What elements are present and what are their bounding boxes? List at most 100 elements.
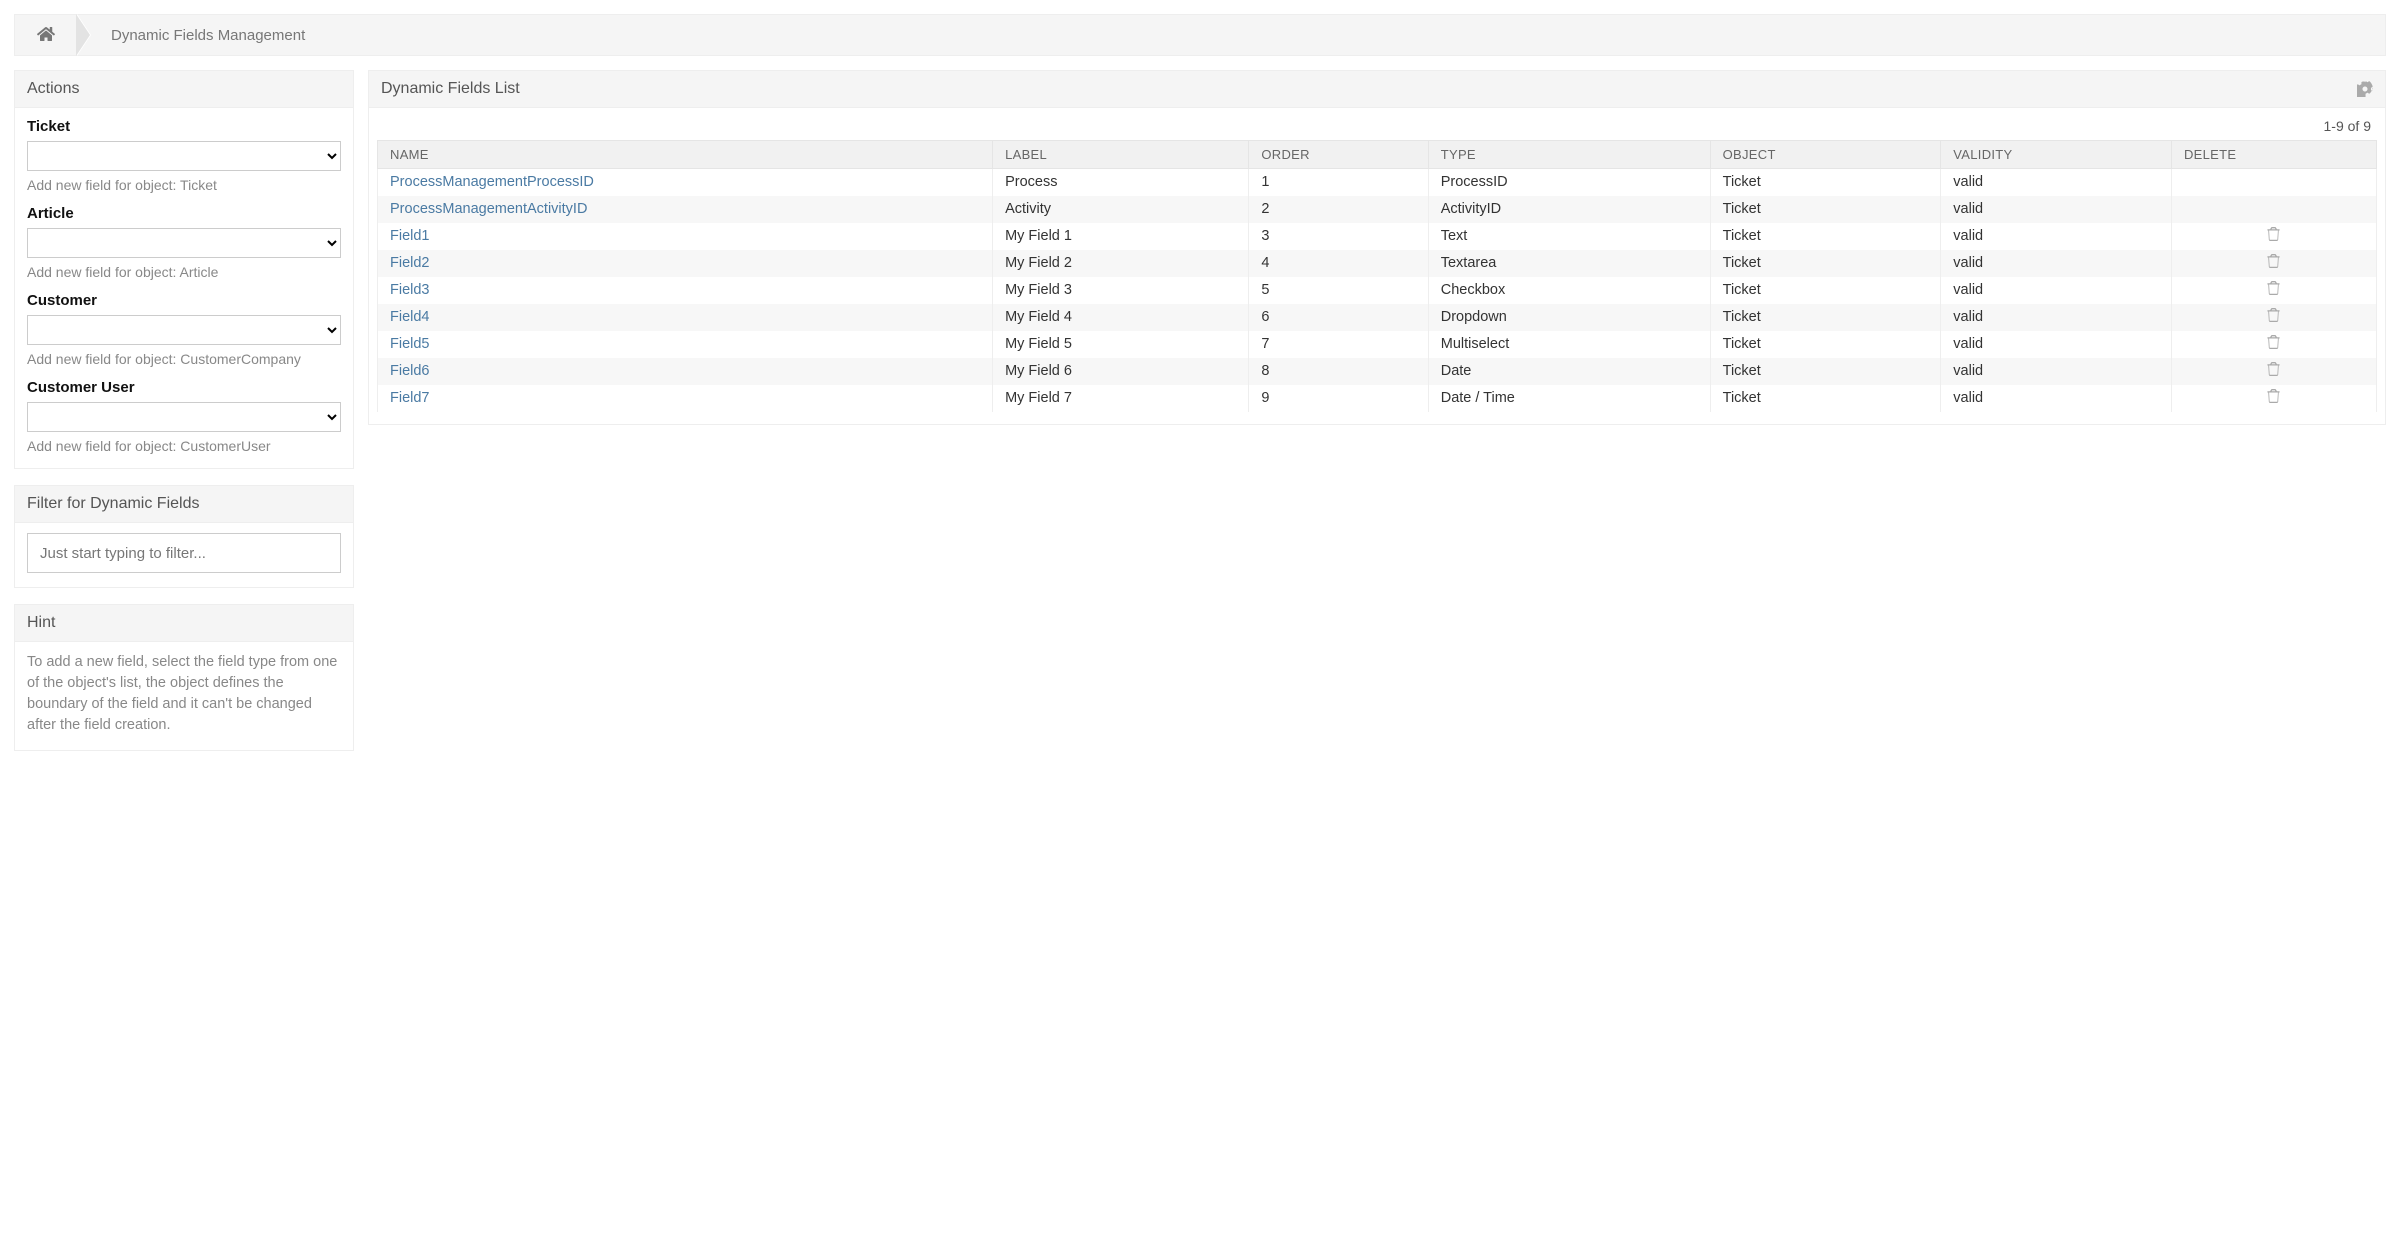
field-name-link[interactable]: ProcessManagementActivityID — [390, 201, 587, 217]
table-row: Field3My Field 35CheckboxTicketvalid — [378, 277, 2377, 304]
panel-header-filter: Filter for Dynamic Fields — [15, 486, 353, 523]
panel-filter: Filter for Dynamic Fields — [14, 485, 354, 588]
cell-order: 9 — [1249, 385, 1428, 412]
field-name-link[interactable]: Field6 — [390, 363, 430, 379]
trash-icon[interactable] — [2267, 227, 2280, 241]
panel-title: Hint — [27, 614, 55, 632]
cell-order: 7 — [1249, 331, 1428, 358]
cell-object: Ticket — [1710, 223, 1941, 250]
cell-type: Text — [1428, 223, 1710, 250]
col-header-validity[interactable]: VALIDITY — [1941, 141, 2172, 169]
cell-order: 8 — [1249, 358, 1428, 385]
cell-order: 2 — [1249, 196, 1428, 223]
trash-icon[interactable] — [2267, 281, 2280, 295]
cell-type: Checkbox — [1428, 277, 1710, 304]
trash-icon[interactable] — [2267, 254, 2280, 268]
cell-validity: valid — [1941, 304, 2172, 331]
action-label: Customer — [27, 292, 341, 309]
action-label: Customer User — [27, 379, 341, 396]
cell-validity: valid — [1941, 250, 2172, 277]
action-group: Customer UserAdd new field for object: C… — [27, 379, 341, 454]
table-row: Field6My Field 68DateTicketvalid — [378, 358, 2377, 385]
cell-label: My Field 3 — [993, 277, 1249, 304]
table-row: Field5My Field 57MultiselectTicketvalid — [378, 331, 2377, 358]
field-name-link[interactable]: Field3 — [390, 282, 430, 298]
trash-icon[interactable] — [2267, 389, 2280, 403]
add-field-select[interactable] — [27, 402, 341, 432]
cell-delete — [2171, 304, 2376, 331]
cell-label: My Field 1 — [993, 223, 1249, 250]
cell-order: 5 — [1249, 277, 1428, 304]
cell-type: ActivityID — [1428, 196, 1710, 223]
cell-label: My Field 5 — [993, 331, 1249, 358]
cell-object: Ticket — [1710, 277, 1941, 304]
cell-delete — [2171, 250, 2376, 277]
col-header-delete[interactable]: DELETE — [2171, 141, 2376, 169]
add-field-select[interactable] — [27, 315, 341, 345]
col-header-type[interactable]: TYPE — [1428, 141, 1710, 169]
cell-label: Process — [993, 169, 1249, 196]
panel-actions: Actions TicketAdd new field for object: … — [14, 70, 354, 469]
dynamic-fields-table: NAME LABEL ORDER TYPE OBJECT VALIDITY DE… — [377, 140, 2377, 412]
action-group: Customer Add new field for object: Custom… — [27, 292, 341, 367]
breadcrumb-title: Dynamic Fields Management — [111, 27, 305, 44]
trash-icon[interactable] — [2267, 308, 2280, 322]
action-group: TicketAdd new field for object: Ticket — [27, 118, 341, 193]
trash-icon[interactable] — [2267, 335, 2280, 349]
cell-delete — [2171, 331, 2376, 358]
cell-delete — [2171, 196, 2376, 223]
panel-title: Filter for Dynamic Fields — [27, 495, 199, 513]
cell-label: My Field 2 — [993, 250, 1249, 277]
cell-object: Ticket — [1710, 358, 1941, 385]
cell-validity: valid — [1941, 223, 2172, 250]
col-header-order[interactable]: ORDER — [1249, 141, 1428, 169]
table-row: ProcessManagementProcessIDProcess1Proces… — [378, 169, 2377, 196]
breadcrumb: Dynamic Fields Management — [14, 14, 2386, 56]
panel-dynamic-fields-list: Dynamic Fields List 1-9 of 9 NAME LABEL … — [368, 70, 2386, 425]
cell-type: Dropdown — [1428, 304, 1710, 331]
field-name-link[interactable]: Field1 — [390, 228, 430, 244]
add-field-select[interactable] — [27, 141, 341, 171]
cell-delete — [2171, 169, 2376, 196]
field-name-link[interactable]: Field7 — [390, 390, 430, 406]
field-name-link[interactable]: Field2 — [390, 255, 430, 271]
trash-icon[interactable] — [2267, 362, 2280, 376]
cell-validity: valid — [1941, 385, 2172, 412]
panel-header-list: Dynamic Fields List — [369, 71, 2385, 108]
field-name-link[interactable]: Field5 — [390, 336, 430, 352]
cell-delete — [2171, 223, 2376, 250]
action-group: ArticleAdd new field for object: Article — [27, 205, 341, 280]
cell-type: Date / Time — [1428, 385, 1710, 412]
add-field-select[interactable] — [27, 228, 341, 258]
cell-label: My Field 4 — [993, 304, 1249, 331]
col-header-object[interactable]: OBJECT — [1710, 141, 1941, 169]
cell-label: My Field 7 — [993, 385, 1249, 412]
chevron-right-icon — [77, 14, 91, 56]
col-header-name[interactable]: NAME — [378, 141, 993, 169]
table-row: ProcessManagementActivityIDActivity2Acti… — [378, 196, 2377, 223]
cell-delete — [2171, 385, 2376, 412]
action-help: Add new field for object: Ticket — [27, 177, 341, 193]
table-row: Field1 My Field 13TextTicketvalid — [378, 223, 2377, 250]
field-name-link[interactable]: ProcessManagementProcessID — [390, 174, 594, 190]
home-icon — [37, 26, 55, 45]
hint-text: To add a new field, select the field typ… — [27, 652, 341, 736]
cell-validity: valid — [1941, 358, 2172, 385]
cell-object: Ticket — [1710, 304, 1941, 331]
cell-order: 6 — [1249, 304, 1428, 331]
filter-input[interactable] — [27, 533, 341, 573]
gear-icon[interactable] — [2357, 81, 2373, 97]
panel-title: Dynamic Fields List — [381, 80, 520, 98]
cell-order: 4 — [1249, 250, 1428, 277]
breadcrumb-home[interactable] — [15, 15, 77, 55]
cell-object: Ticket — [1710, 331, 1941, 358]
action-help: Add new field for object: CustomerCompan… — [27, 351, 341, 367]
field-name-link[interactable]: Field4 — [390, 309, 430, 325]
action-label: Article — [27, 205, 341, 222]
col-header-label[interactable]: LABEL — [993, 141, 1249, 169]
cell-order: 3 — [1249, 223, 1428, 250]
sidebar: Actions TicketAdd new field for object: … — [14, 70, 354, 751]
panel-header-actions: Actions — [15, 71, 353, 108]
panel-header-hint: Hint — [15, 605, 353, 642]
cell-validity: valid — [1941, 169, 2172, 196]
